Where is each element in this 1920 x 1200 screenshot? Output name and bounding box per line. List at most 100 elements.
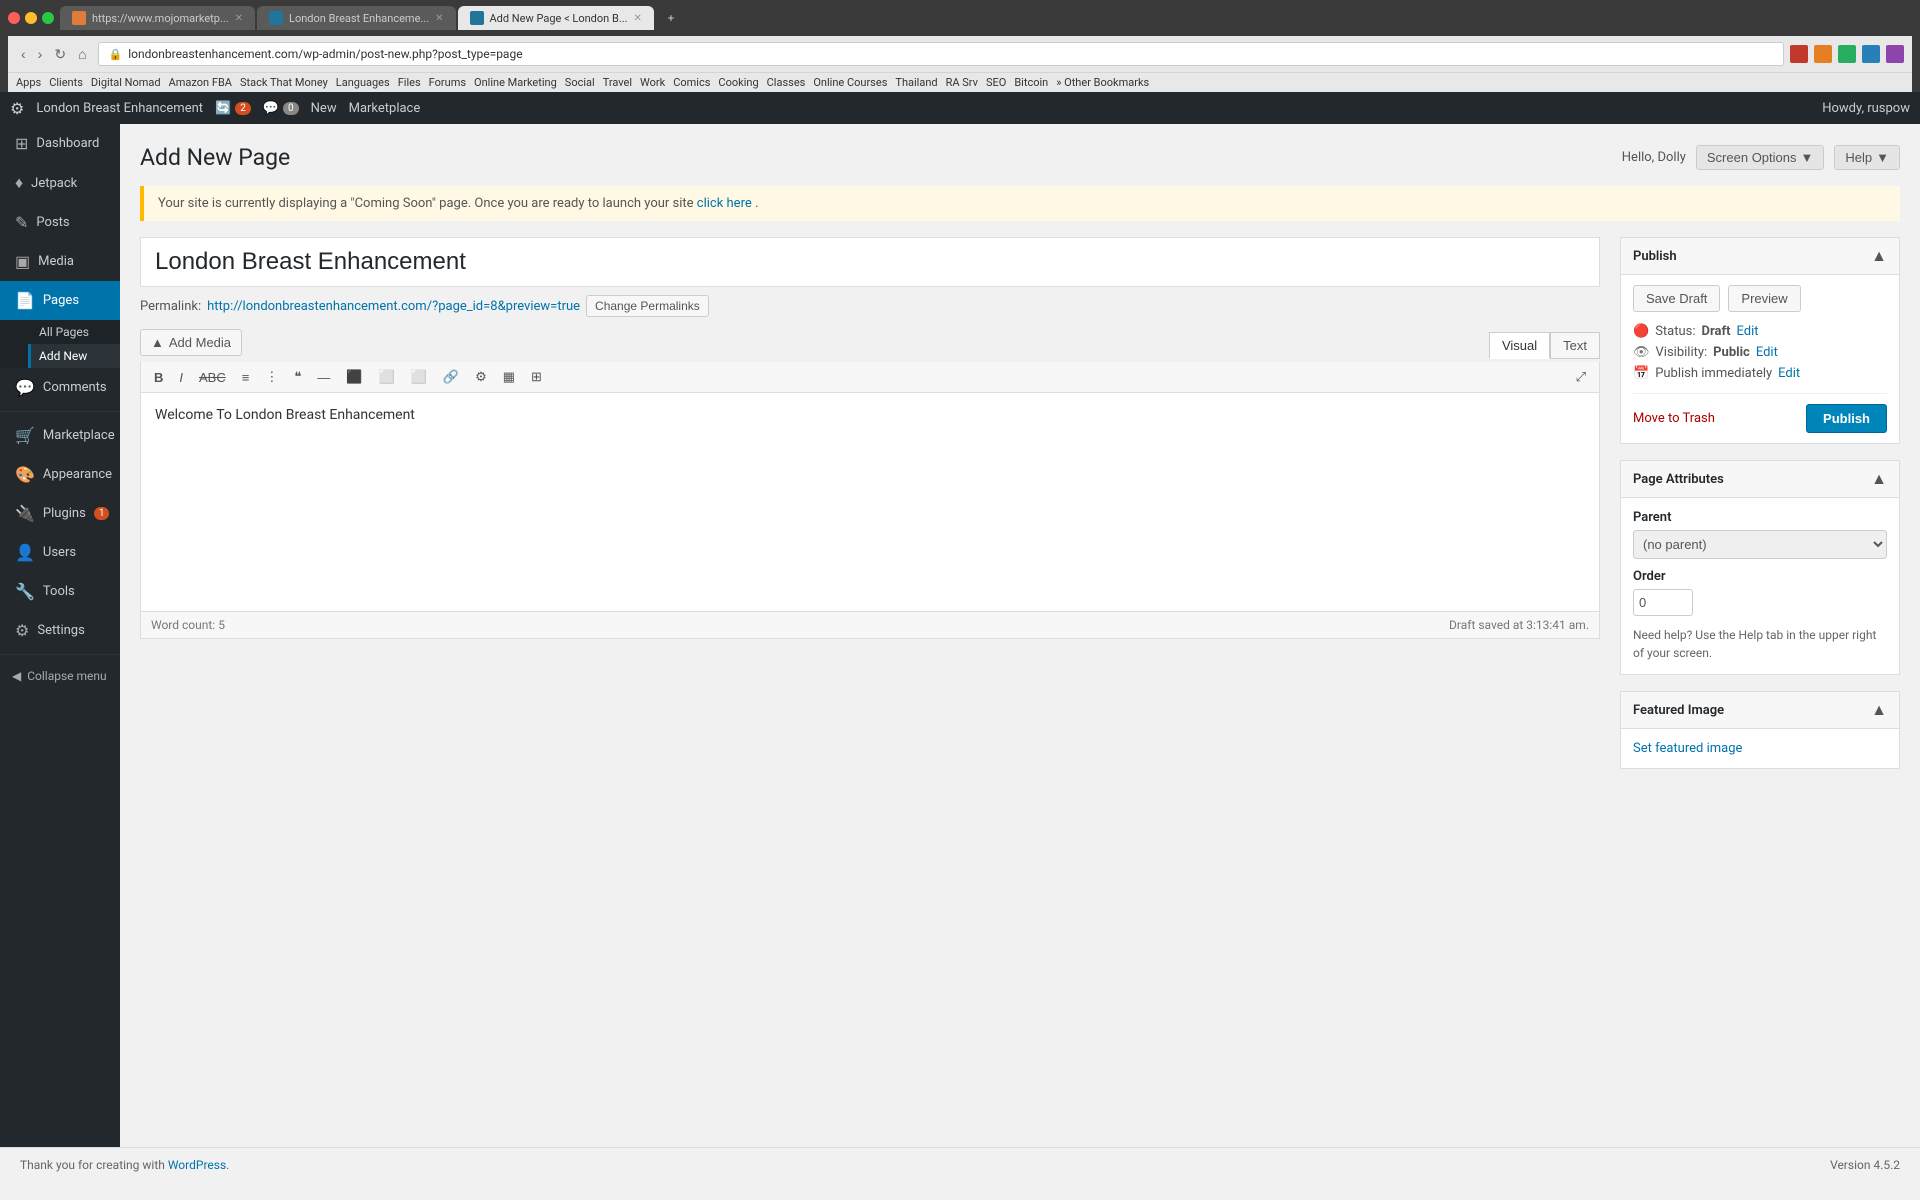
save-draft-button[interactable]: Save Draft <box>1633 285 1720 312</box>
bookmark-online-marketing[interactable]: Online Marketing <box>474 76 557 89</box>
bookmark-digital-nomad[interactable]: Digital Nomad <box>91 76 161 89</box>
toolbar-expand[interactable]: ⤢ <box>1569 365 1593 389</box>
sidebar-item-posts[interactable]: ✎ Posts <box>0 203 120 242</box>
browser-tab-1[interactable]: https://www.mojomarketp... ✕ <box>60 6 255 30</box>
bookmark-apps[interactable]: Apps <box>16 76 41 89</box>
sidebar-item-users[interactable]: 👤 Users <box>0 533 120 572</box>
admin-bar-marketplace[interactable]: Marketplace <box>349 101 421 116</box>
toolbar-blockquote[interactable]: ❝ <box>287 365 308 389</box>
sidebar-sub-add-new[interactable]: Add New <box>28 344 120 368</box>
bookmark-thailand[interactable]: Thailand <box>895 76 937 89</box>
publish-panel-header[interactable]: Publish ▲ <box>1621 238 1899 275</box>
tab-close-2[interactable]: ✕ <box>435 13 443 24</box>
admin-bar-updates[interactable]: 🔄 2 <box>215 101 251 116</box>
toolbar-align-left[interactable]: ⬛ <box>339 365 369 389</box>
publish-time-edit-link[interactable]: Edit <box>1778 366 1800 381</box>
preview-button[interactable]: Preview <box>1728 285 1800 312</box>
collapse-menu-button[interactable]: ◀ Collapse menu <box>0 659 120 693</box>
sidebar-item-plugins[interactable]: 🔌 Plugins 1 <box>0 494 120 533</box>
sidebar-item-media[interactable]: ▣ Media <box>0 242 120 281</box>
sidebar-item-tools[interactable]: 🔧 Tools <box>0 572 120 611</box>
change-permalinks-button[interactable]: Change Permalinks <box>586 295 709 317</box>
parent-select[interactable]: (no parent) <box>1633 530 1887 559</box>
bookmark-files[interactable]: Files <box>398 76 421 89</box>
browser-tab-3[interactable]: Add New Page < London B... ✕ <box>458 6 654 30</box>
toolbar-italic[interactable]: I <box>172 366 190 389</box>
post-title-input[interactable] <box>140 237 1600 287</box>
bookmark-bitcoin[interactable]: Bitcoin <box>1014 76 1048 89</box>
back-button[interactable]: ‹ <box>16 44 31 65</box>
extension-icon-2[interactable] <box>1814 45 1832 63</box>
sidebar-item-marketplace[interactable]: 🛒 Marketplace <box>0 416 120 455</box>
permalink-url[interactable]: http://londonbreastenhancement.com/?page… <box>207 299 580 314</box>
sidebar-item-pages[interactable]: 📄 Pages <box>0 281 120 320</box>
bookmark-other[interactable]: » Other Bookmarks <box>1056 76 1149 89</box>
admin-bar-howdy[interactable]: Howdy, ruspow <box>1822 101 1910 116</box>
add-media-button[interactable]: ▲ Add Media <box>140 329 242 356</box>
extension-icon-4[interactable] <box>1862 45 1880 63</box>
browser-tab-2[interactable]: London Breast Enhanceme... ✕ <box>257 6 455 30</box>
footer-wp-link[interactable]: WordPress <box>168 1158 226 1172</box>
wp-logo[interactable]: ⚙ <box>10 99 24 118</box>
sidebar-sub-all-pages[interactable]: All Pages <box>28 320 120 344</box>
featured-image-header[interactable]: Featured Image ▲ <box>1621 692 1899 729</box>
minimize-dot[interactable] <box>25 12 37 24</box>
bookmark-clients[interactable]: Clients <box>49 76 83 89</box>
admin-bar-new[interactable]: New <box>311 101 337 116</box>
visibility-edit-link[interactable]: Edit <box>1756 345 1778 360</box>
refresh-button[interactable]: ↻ <box>49 44 71 65</box>
bookmark-travel[interactable]: Travel <box>603 76 632 89</box>
notice-link[interactable]: click here <box>697 196 752 211</box>
admin-bar-site-name[interactable]: London Breast Enhancement <box>36 101 203 116</box>
editor-body[interactable]: Welcome To London Breast Enhancement <box>140 392 1600 612</box>
bookmark-languages[interactable]: Languages <box>336 76 390 89</box>
toolbar-unordered-list[interactable]: ≡ <box>235 366 257 389</box>
bookmark-ra-srv[interactable]: RA Srv <box>946 76 978 89</box>
tab-close-3[interactable]: ✕ <box>634 13 642 24</box>
toolbar-strikethrough[interactable]: ABC <box>192 366 233 389</box>
bookmark-online-courses[interactable]: Online Courses <box>813 76 887 89</box>
toolbar-table[interactable]: ▦ <box>496 365 522 389</box>
toolbar-horizontal-rule[interactable]: — <box>310 366 337 389</box>
toolbar-bold[interactable]: B <box>147 366 170 389</box>
sidebar-item-comments[interactable]: 💬 Comments <box>0 368 120 407</box>
bookmark-amazon-fba[interactable]: Amazon FBA <box>169 76 232 89</box>
toolbar-ordered-list[interactable]: ⋮ <box>258 365 285 389</box>
sidebar-item-dashboard[interactable]: ⊞ Dashboard <box>0 124 120 163</box>
bookmark-stack-money[interactable]: Stack That Money <box>240 76 328 89</box>
extension-icon-3[interactable] <box>1838 45 1856 63</box>
set-featured-image-link[interactable]: Set featured image <box>1633 741 1742 756</box>
bookmark-work[interactable]: Work <box>640 76 665 89</box>
visual-tab[interactable]: Visual <box>1489 332 1550 359</box>
toolbar-align-center[interactable]: ⬜ <box>372 365 402 389</box>
sidebar-item-jetpack[interactable]: ♦ Jetpack <box>0 163 120 203</box>
text-tab[interactable]: Text <box>1550 332 1600 359</box>
sidebar-item-settings[interactable]: ⚙ Settings <box>0 611 120 650</box>
order-input[interactable] <box>1633 589 1693 616</box>
tab-close-1[interactable]: ✕ <box>235 13 243 24</box>
extension-icon-5[interactable] <box>1886 45 1904 63</box>
maximize-dot[interactable] <box>42 12 54 24</box>
extension-icon-1[interactable] <box>1790 45 1808 63</box>
publish-button[interactable]: Publish <box>1806 404 1887 433</box>
toolbar-more[interactable]: ⚙ <box>468 365 494 389</box>
home-button[interactable]: ⌂ <box>73 44 91 65</box>
toolbar-link[interactable]: 🔗 <box>436 365 466 389</box>
screen-options-button[interactable]: Screen Options ▼ <box>1696 145 1824 170</box>
help-button[interactable]: Help ▼ <box>1834 145 1900 170</box>
sidebar-item-appearance[interactable]: 🎨 Appearance <box>0 455 120 494</box>
bookmark-cooking[interactable]: Cooking <box>718 76 758 89</box>
close-dot[interactable] <box>8 12 20 24</box>
address-bar[interactable]: 🔒 londonbreastenhancement.com/wp-admin/p… <box>98 42 1784 66</box>
bookmark-classes[interactable]: Classes <box>767 76 806 89</box>
page-attributes-header[interactable]: Page Attributes ▲ <box>1621 461 1899 498</box>
bookmark-comics[interactable]: Comics <box>673 76 710 89</box>
move-to-trash-link[interactable]: Move to Trash <box>1633 411 1715 426</box>
status-edit-link[interactable]: Edit <box>1737 324 1759 339</box>
admin-bar-comments[interactable]: 💬 0 <box>263 101 299 116</box>
bookmark-seo[interactable]: SEO <box>986 76 1006 89</box>
forward-button[interactable]: › <box>33 44 48 65</box>
new-tab-button[interactable]: + <box>656 7 686 30</box>
toolbar-fullscreen[interactable]: ⊞ <box>524 365 549 389</box>
bookmark-social[interactable]: Social <box>565 76 595 89</box>
